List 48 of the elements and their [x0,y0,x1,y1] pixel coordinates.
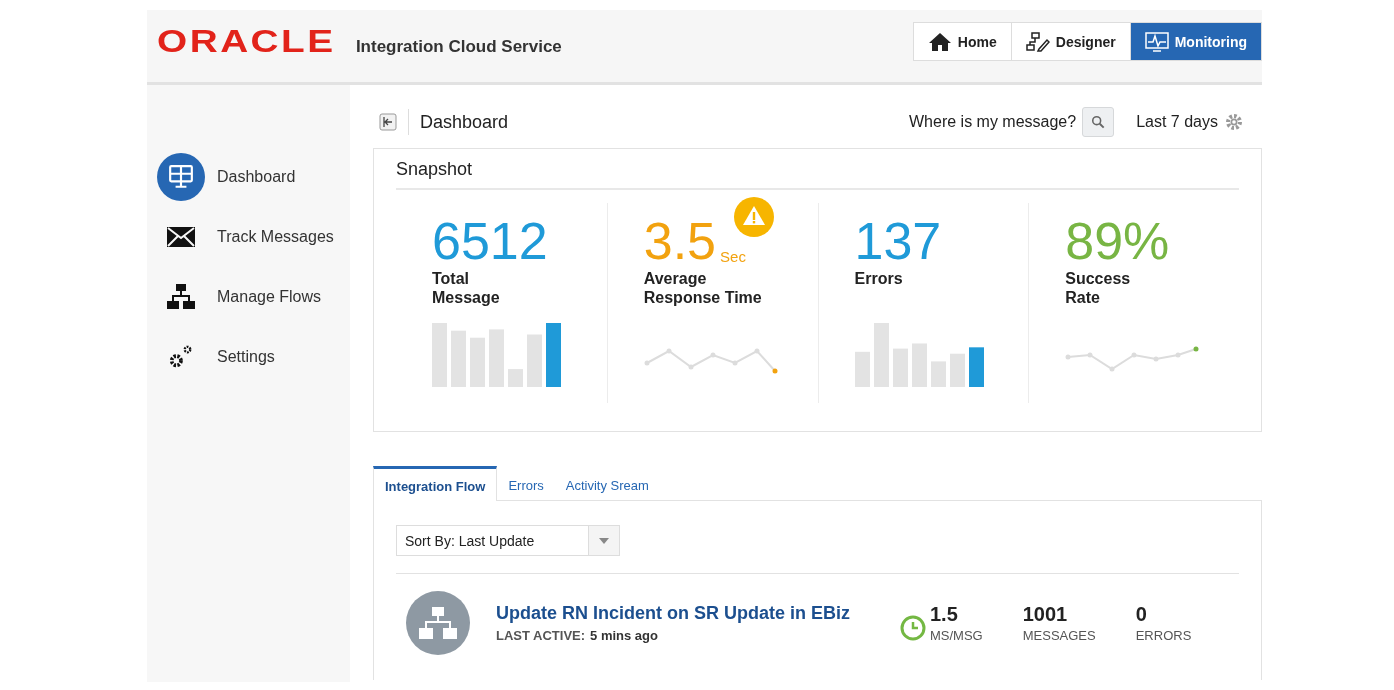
nav-tab[interactable]: Monitoring [1129,23,1261,60]
stat-label: MS/MSG [930,628,983,643]
metric-value: 3.5 [643,215,717,267]
product-name: Integration Cloud Service [355,37,562,57]
tab[interactable]: Integration Flow [373,466,498,501]
metric-label: Average Response Time [643,269,763,308]
sidebar-item[interactable]: Dashboard [147,147,350,207]
gears-icon [168,344,194,370]
hierarchy-icon [167,284,195,310]
sidebar-item[interactable]: Track Messages [147,207,350,267]
metric-label: Success Rate [1065,269,1132,308]
tab[interactable]: Activity Sream [554,466,660,500]
monitor-icon [168,164,194,190]
caret-icon [599,537,609,544]
search-label: Where is my message? [909,113,1077,131]
metric-label: Errors [854,269,904,289]
stat-value: 1001 [1022,603,1069,626]
last-active-label: LAST ACTIVE: [496,628,586,643]
flow-icon [406,591,470,655]
search-icon [1091,115,1106,129]
flow-name-link[interactable]: Update RN Incident on SR Update in EBiz [496,603,886,624]
period-label: Last 7 days [1136,113,1218,131]
sidebar-item[interactable]: Settings [147,327,350,387]
stat-label: MESSAGES [1022,628,1096,643]
stat-label: ERRORS [1135,628,1192,643]
panel-title: Snapshot [396,149,1239,190]
stat-value: 0 [1135,603,1148,626]
home-icon [927,31,952,52]
metric-value: 6512 [432,215,548,267]
search-button[interactable] [1082,107,1115,137]
nav-tab[interactable]: Home [913,23,1011,60]
sort-dropdown[interactable]: Sort By: Last Update [396,525,620,556]
metric-value: 89% [1065,215,1170,267]
stat-value: 1.5 [930,603,959,626]
envelope-icon [167,227,195,247]
collapse-panel-icon[interactable] [379,113,397,131]
settings-icon[interactable] [1224,112,1244,132]
last-active-value: 5 mins ago [590,628,658,643]
logo: ORACLE [157,24,336,60]
metric-label: Total Message [432,269,501,308]
monitor-icon [1144,31,1169,52]
diagram-pencil-icon [1025,31,1050,52]
metric-value: 137 [854,215,942,267]
page-title: Dashboard [420,111,509,133]
nav-tab[interactable]: Designer [1010,23,1130,60]
sidebar-item[interactable]: Manage Flows [147,267,350,327]
tab[interactable]: Errors [497,466,555,500]
metric-unit: Sec [720,248,746,265]
